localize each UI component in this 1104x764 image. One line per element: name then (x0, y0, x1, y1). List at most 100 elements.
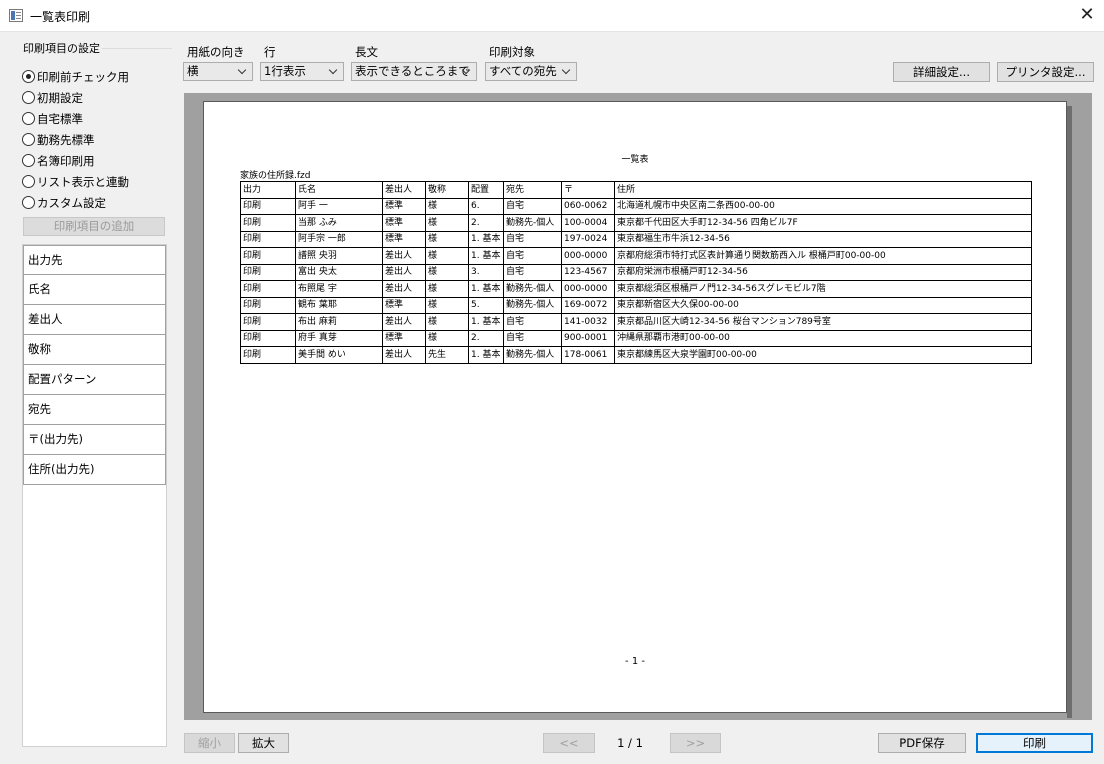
table-cell: 3. (468, 263, 504, 281)
long-text-label: 長文 (355, 45, 378, 59)
rows-value: 1行表示 (264, 64, 306, 78)
table-cell: 自宅 (503, 230, 562, 248)
table-row: 印刷 府手 真芽 標準様 2. 自宅 900-0001 沖縄県那覇市港町00-00-00 (240, 329, 1032, 347)
print-target-select[interactable]: すべての宛先 (485, 62, 577, 81)
table-cell: 様 (425, 263, 469, 281)
app-icon (9, 9, 23, 22)
next-page-button[interactable]: >> (670, 733, 721, 753)
print-item-row[interactable]: 配置パターン (23, 365, 166, 395)
table-cell: 印刷 (240, 313, 296, 331)
table-row: 印刷 阿手 一標準様 6. 自宅 060-0062 北海道札幌市中央区南二条西00-00-… (240, 197, 1032, 215)
table-row: 印刷 美手間 めい 差出人 先生 1. 基本 勤務先-個人 178-0061 東京都練馬区大泉… (240, 346, 1032, 364)
table-cell: 東京都品川区大崎12-34-56 桜台マンション789号室 (614, 313, 1032, 331)
table-cell: 自宅 (503, 247, 562, 265)
print-button[interactable]: 印刷 (976, 733, 1093, 753)
table-cell: 勤務先-個人 (503, 214, 562, 232)
chevron-down-icon (237, 63, 249, 80)
previous-page-button[interactable]: << (543, 733, 595, 753)
table-cell: 1. 基本 (468, 346, 504, 364)
table-cell: 様 (425, 280, 469, 298)
print-item-row[interactable]: 差出人 (23, 305, 166, 335)
table-cell: 印刷 (240, 280, 296, 298)
table-cell: 印刷 (240, 197, 296, 215)
print-item-row[interactable]: 宛先 (23, 395, 166, 425)
radio-unchecked-icon (22, 154, 35, 167)
preset-radio-option[interactable]: 印刷前チェック用 (22, 66, 129, 87)
table-row: 印刷 布照尾 宇差出人様 1. 基本 勤務先-個人 000-0000 東京都総須区根桶戸ノ… (240, 280, 1032, 298)
zoom-out-button[interactable]: 縮小 (184, 733, 235, 753)
zoom-in-button[interactable]: 拡大 (238, 733, 289, 753)
print-target-label: 印刷対象 (489, 45, 535, 59)
table-cell: 1. 基本 (468, 313, 504, 331)
radio-label: 印刷前チェック用 (37, 69, 129, 84)
table-cell: 169-0072 (561, 296, 615, 314)
chevron-down-icon (561, 63, 573, 80)
table-cell: 勤務先-個人 (503, 346, 562, 364)
table-cell: 標準 (382, 230, 426, 248)
table-cell: 様 (425, 296, 469, 314)
table-cell: 勤務先-個人 (503, 296, 562, 314)
chevron-down-icon (328, 63, 340, 80)
close-button[interactable]: ✕ (1070, 0, 1104, 32)
table-cell: 譜照 央羽 (295, 247, 383, 265)
detail-settings-button[interactable]: 詳細設定... (893, 62, 990, 82)
preset-radio-option[interactable]: 名簿印刷用 (22, 150, 129, 171)
table-cell: 布出 麻莉 (295, 313, 383, 331)
preset-radio-option[interactable]: 自宅標準 (22, 108, 129, 129)
long-text-select[interactable]: 表示できるところまで (351, 62, 477, 81)
document-title: 一覧表 (621, 155, 649, 165)
radio-checked-icon (22, 70, 35, 83)
title-bar: 一覧表印刷 ✕ (0, 0, 1104, 32)
table-cell: 東京都福生市牛浜12-34-56 (614, 230, 1032, 248)
table-cell: 東京都総須区根桶戸ノ門12-34-56スグレモビル7階 (614, 280, 1032, 298)
page-number: - 1 - (625, 656, 645, 667)
printer-settings-button[interactable]: プリンタ設定... (997, 62, 1094, 82)
rows-label: 行 (264, 45, 276, 59)
table-cell: 阿手 一 (295, 197, 383, 215)
table-cell: 印刷 (240, 346, 296, 364)
table-header-cell: 敬称 (425, 181, 469, 199)
table-cell: 5. (468, 296, 504, 314)
add-print-item-button[interactable]: 印刷項目の追加 (23, 217, 165, 236)
table-cell: 東京都練馬区大泉学園町00-00-00 (614, 346, 1032, 364)
table-cell: 000-0000 (561, 280, 615, 298)
preset-radio-option[interactable]: 勤務先標準 (22, 129, 129, 150)
table-cell: 1. 基本 (468, 280, 504, 298)
group-title: 印刷項目の設定 (21, 40, 102, 56)
radio-unchecked-icon (22, 175, 35, 188)
group-divider (101, 48, 172, 49)
print-item-row[interactable]: 出力先 (23, 245, 166, 275)
table-header-cell: 宛先 (503, 181, 562, 199)
table-cell: 当那 ふみ (295, 214, 383, 232)
rows-select[interactable]: 1行表示 (260, 62, 344, 81)
radio-label: 初期設定 (37, 90, 83, 105)
pdf-save-button[interactable]: PDF保存 (878, 733, 966, 753)
chevron-down-icon (461, 63, 473, 80)
preset-radio-option[interactable]: リスト表示と連動 (22, 171, 129, 192)
table-cell: 197-0024 (561, 230, 615, 248)
print-item-row[interactable]: 敬称 (23, 335, 166, 365)
table-cell: 差出人 (382, 263, 426, 281)
print-item-row[interactable]: 〒(出力先) (23, 425, 166, 455)
preset-radio-option[interactable]: カスタム設定 (22, 192, 129, 213)
table-cell: 標準 (382, 329, 426, 347)
print-item-settings-group: 印刷項目の設定 印刷前チェック用 初期設定自宅標準 勤務先標準 名簿印刷用 リスト表示と… (15, 39, 172, 749)
table-cell: 阿手宗 一郎 (295, 230, 383, 248)
table-header-cell: 配置 (468, 181, 504, 199)
table-cell: 141-0032 (561, 313, 615, 331)
paper-orientation-select[interactable]: 横 (183, 62, 253, 81)
table-cell: 標準 (382, 296, 426, 314)
table-cell: 富出 央太 (295, 263, 383, 281)
print-item-list[interactable]: 出力先 氏名 差出人 敬称 配置パターン 宛先 〒(出力先) 住所(出力先) (22, 244, 167, 747)
table-header-cell: 住所 (614, 181, 1032, 199)
preset-radio-option[interactable]: 初期設定 (22, 87, 129, 108)
print-preview-area[interactable]: 一覧表 家族の住所録.fzd 出力 氏名 差出人 敬称 配置 宛先〒住所 印刷 阿手 一標準様… (184, 93, 1092, 720)
table-row: 印刷 観布 葉耶 標準様 5. 勤務先-個人 169-0072 東京都新宿区大久保00-00… (240, 296, 1032, 314)
radio-unchecked-icon (22, 196, 35, 209)
table-cell: 自宅 (503, 313, 562, 331)
radio-unchecked-icon (22, 112, 35, 125)
table-cell: 北海道札幌市中央区南二条西00-00-00 (614, 197, 1032, 215)
print-item-row[interactable]: 氏名 (23, 275, 166, 305)
print-item-row[interactable]: 住所(出力先) (23, 455, 166, 485)
table-header-cell: 〒 (561, 181, 615, 199)
